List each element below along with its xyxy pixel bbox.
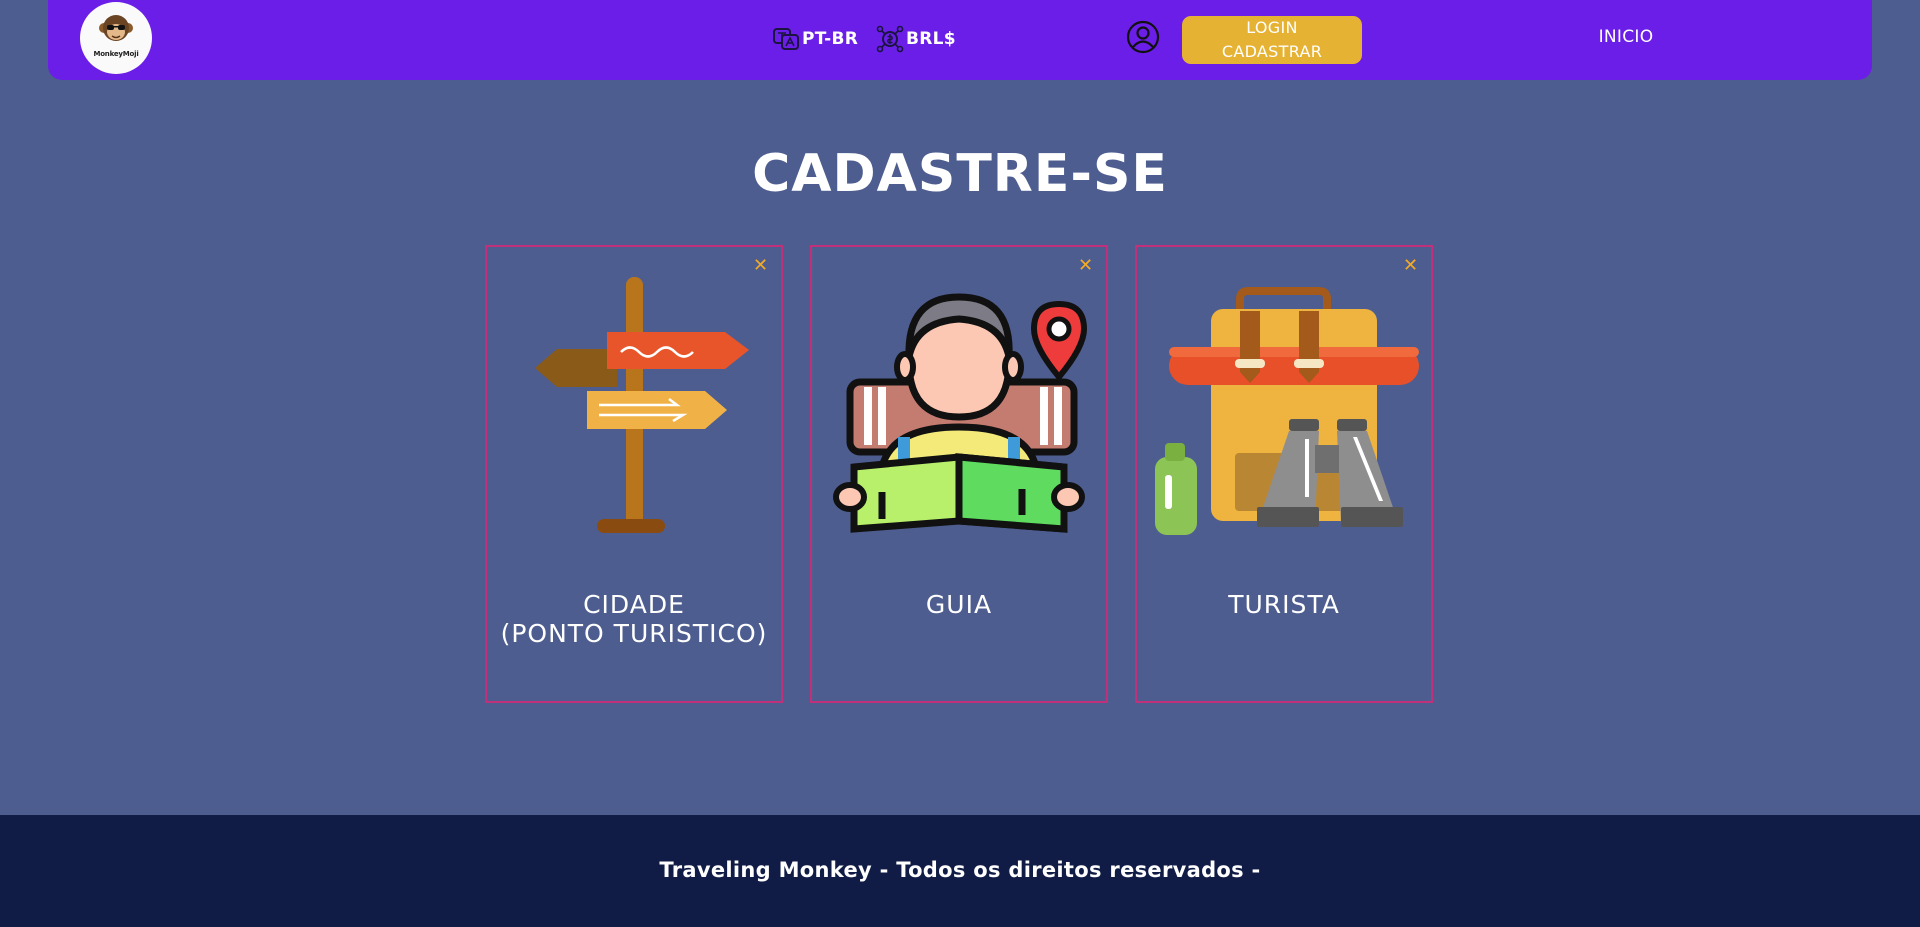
login-register-button[interactable]: LOGIN CADASTRAR (1182, 16, 1362, 64)
currency-label: BRL$ (906, 29, 956, 49)
register-card-guia[interactable]: ✕ GUIA (810, 245, 1108, 703)
language-icon (773, 28, 799, 50)
language-selector[interactable]: PT-BR (772, 24, 858, 54)
card-label: GUIA (812, 590, 1106, 619)
register-card-turista[interactable]: ✕ TURISTA (1135, 245, 1433, 703)
signpost-icon (535, 277, 749, 533)
tour-guide-icon (833, 293, 1088, 533)
language-label: PT-BR (802, 29, 859, 49)
register-label: CADASTRAR (1221, 42, 1323, 61)
card-label-line1: TURISTA (1228, 590, 1340, 619)
currency-icon (876, 25, 904, 53)
card-label-line1: CIDADE (583, 590, 685, 619)
monkey-face-icon (99, 15, 133, 41)
card-label: CIDADE (PONTO TURISTICO) (487, 590, 781, 648)
navbar: MonkeyMoji PT-BR BRL$ LOGIN CADASTRAR IN… (48, 0, 1872, 80)
card-label-line1: GUIA (925, 590, 993, 619)
card-label-line2: (PONTO TURISTICO) (500, 619, 768, 648)
currency-selector[interactable]: BRL$ (876, 24, 956, 54)
register-card-cidade[interactable]: ✕ CIDADE (PONTO TURISTICO) (485, 245, 783, 703)
monkey-logo-icon[interactable]: MonkeyMoji (80, 2, 152, 74)
footer-copyright: Traveling Monkey - Todos os direitos res… (659, 858, 1261, 882)
logo-text: MonkeyMoji (93, 50, 139, 58)
backpack-binoculars-icon (1155, 287, 1419, 535)
user-circle-icon[interactable] (1126, 20, 1160, 54)
page-title: CADASTRE-SE (752, 144, 1168, 204)
footer: Traveling Monkey - Todos os direitos res… (0, 815, 1920, 927)
page: MonkeyMoji PT-BR BRL$ LOGIN CADASTRAR IN… (0, 0, 1920, 927)
nav-link-inicio[interactable]: INICIO (1588, 27, 1664, 47)
card-label: TURISTA (1137, 590, 1431, 619)
login-label: LOGIN (1246, 18, 1298, 37)
